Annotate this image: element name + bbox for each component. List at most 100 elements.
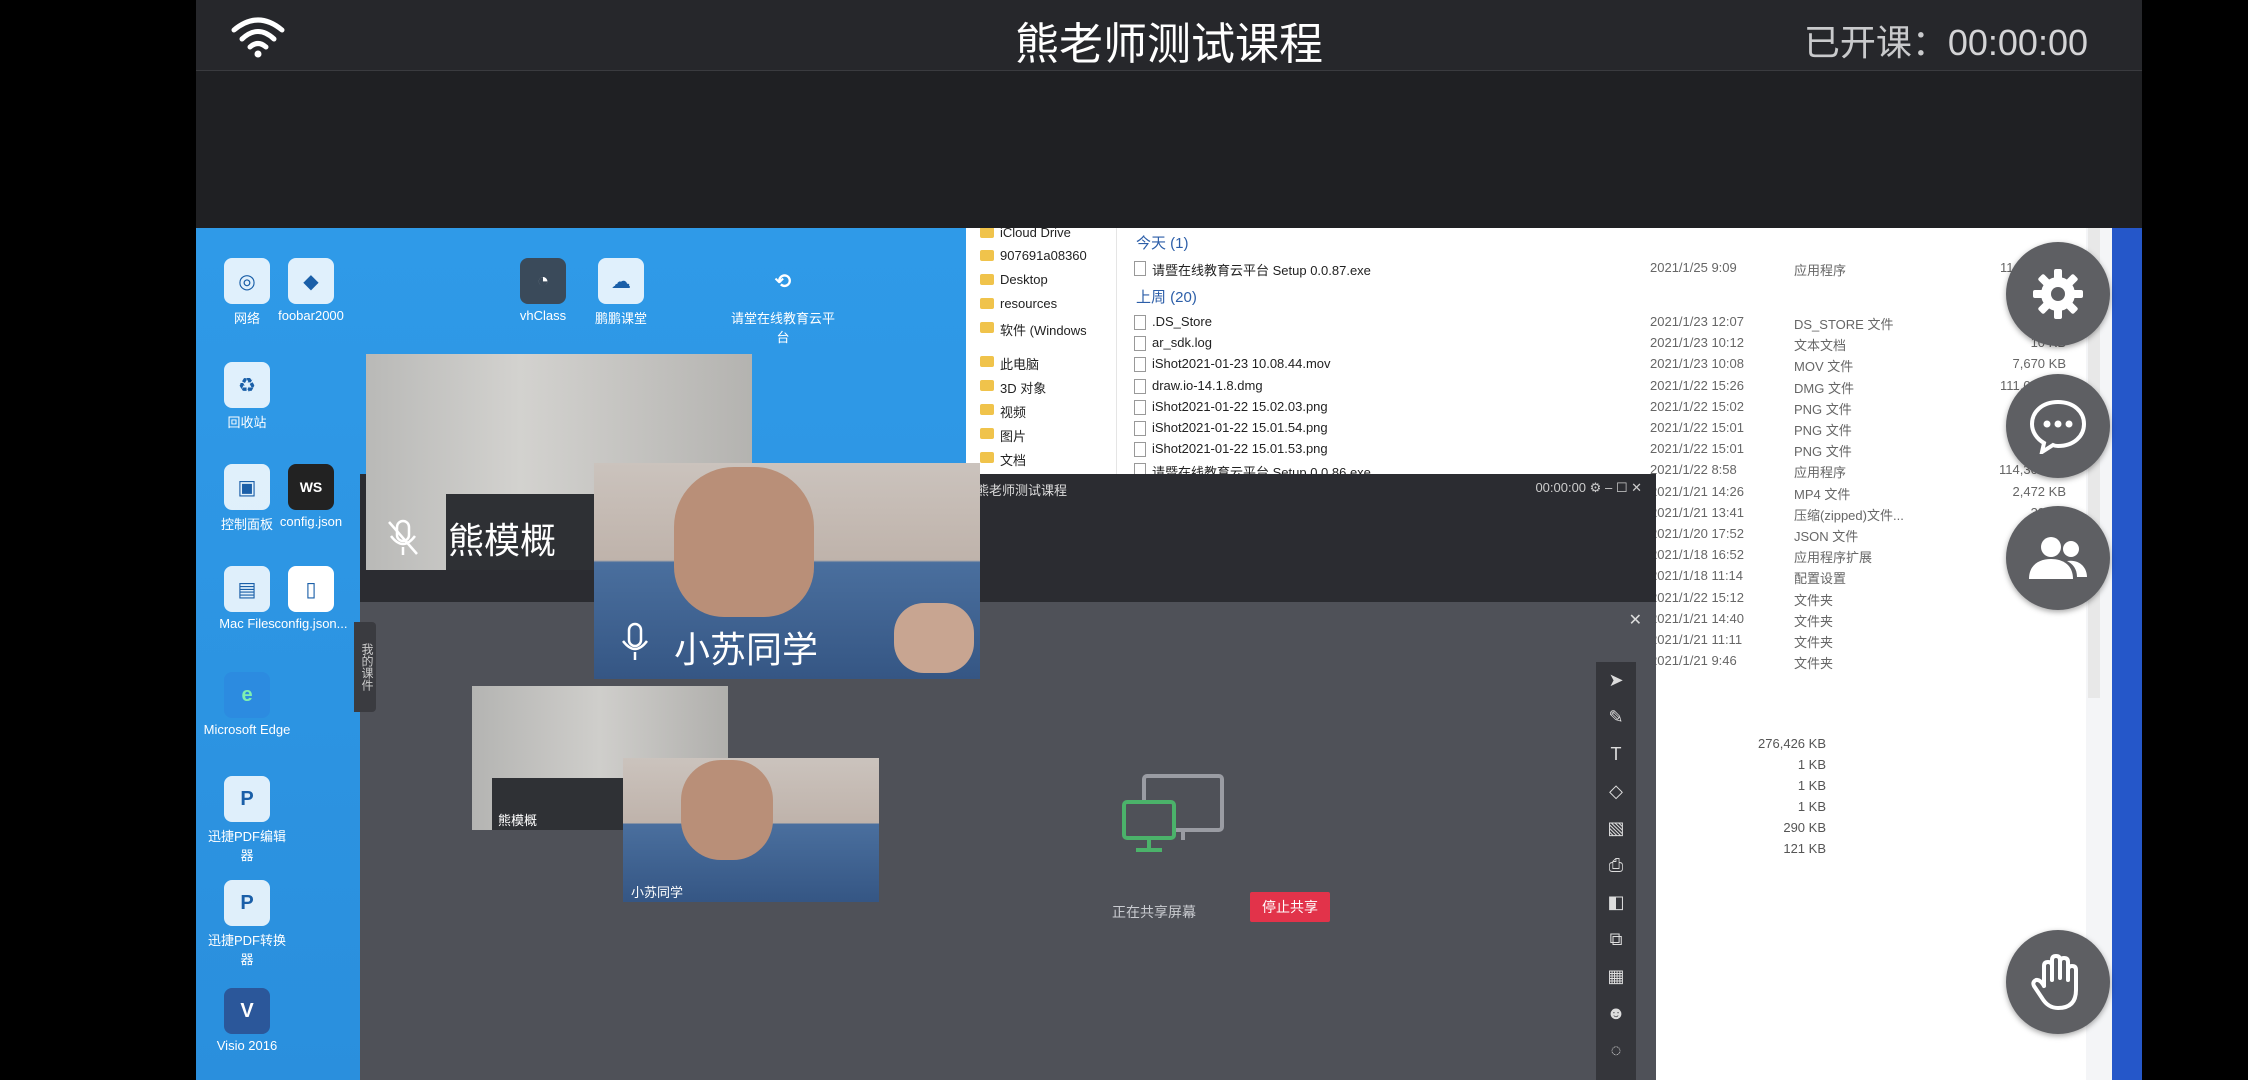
nav-item[interactable]: 此电脑 [979,354,1039,373]
raise-hand-button[interactable] [2006,930,2110,1034]
nav-item[interactable]: 图片 [979,426,1026,445]
top-bar: 熊老师测试课程 已开课：00:00:00 [196,0,2142,71]
nav-item[interactable]: iCloud Drive [980,228,1071,240]
file-name: .DS_Store [1134,314,1212,330]
whiteboard-toolbar: ➤ ✎ T ◇ ▧ ⎙ ◧ ⧉ ▦ ☻ ◌ [1596,662,1636,1080]
folder-icon: ▤ [224,566,270,612]
student-small-label: 小苏同学 [631,885,684,900]
network-icon: ◎ [224,258,270,304]
file-type: 文件夹 [1794,613,1834,629]
file-size: 2,472 KB [2012,483,2067,499]
toolbox-icon[interactable]: ▦ [1596,958,1636,995]
file-type: 文件夹 [1794,592,1834,608]
file-row[interactable]: iShot2021-01-22 15.02.03.png 2021/1/22 15… [1126,399,2066,419]
users-icon[interactable]: ☻ [1596,995,1636,1032]
edge-icon: e [224,672,270,718]
sharing-status: 正在共享屏幕 [1112,904,1196,920]
file-date: 2021/1/22 15:01 [1650,441,1744,457]
nav-item[interactable]: 3D 对象 [979,378,1046,397]
minimize-icon[interactable]: – [1605,480,1612,495]
class-timer: 已开课：00:00:00 [1804,14,2088,66]
file-date: 2021/1/18 16:52 [1650,547,1744,563]
courseware-tab[interactable]: 我的课件 [354,622,376,712]
nav-item[interactable]: resources [979,296,1057,311]
student-video-large[interactable]: 小苏同学 [594,463,980,679]
file-row[interactable]: .DS_Store2021/1/23 12:07DS_STORE 文件31 KB [1126,314,2066,334]
group-today[interactable]: 今天 (1) [1136,232,1189,253]
teacher-small-label: 熊模概 [498,813,538,828]
file-date: 2021/1/20 17:52 [1650,526,1744,541]
file-type: DMG 文件 [1794,380,1854,396]
whiteboard-icon[interactable]: ◧ [1596,884,1636,921]
file-row[interactable]: draw.io-14.1.8.dmg 2021/1/22 15:26 DMG 文件 1… [1126,378,2066,398]
desktop-icon-config: WS config.json [266,464,356,529]
shape-icon[interactable]: ▧ [1596,810,1636,847]
stop-share-button[interactable]: 停止共享 [1250,892,1330,922]
timer-label: 已开课： [1803,22,1948,63]
print-icon[interactable]: ⎙ [1596,847,1636,884]
file-date: 2021/1/23 10:12 [1650,335,1744,351]
screen-share-monitor-icon [1122,774,1224,852]
visio-icon: V [224,988,270,1034]
chat-button[interactable] [2006,374,2110,478]
desktop-icon-config2: ▯ config.json... [266,566,356,631]
file-row[interactable]: iShot2021-01-23 10.08.44.mov 2021/1/23 10… [1126,356,2066,376]
file-date: 2021/1/21 9:46 [1650,653,1737,669]
raise-hand-icon [2031,954,2078,1010]
file-date: 2021/1/23 12:07 [1650,314,1744,329]
file-row[interactable]: 请暨在线教育云平台 Setup 0.0.87.exe 2021/1/25 9:0… [1126,260,2066,280]
pointer-icon[interactable]: ➤ [1596,662,1636,699]
close-window-icon[interactable]: ✕ [1631,480,1642,495]
student-video-small[interactable]: 小苏同学 [623,758,879,902]
members-icon [2029,537,2087,579]
classroom-window-title: 熊老师测试课程 [976,483,1068,498]
extra-size-column: 276,426 KB 1 KB 1 KB 1 KB 290 KB 121 KB [1758,736,1826,856]
settings-small-icon[interactable]: ⚙ [1590,480,1602,495]
desktop-icon-pdf-editor: P 迅捷PDF编辑器 [202,776,292,864]
foobar-icon: ◆ [288,258,334,304]
file-name: iShot2021-01-22 15.02.03.png [1134,398,1328,415]
cloud-classroom-icon: ☁ [598,258,644,304]
nav-item[interactable]: 907691a08360 [980,248,1087,263]
chat-icon[interactable]: ◌ [1596,1032,1636,1069]
classroom-stage: ✕ 我的课件 正在共享屏幕 停止共享 ➤ ✎ T ◇ ▧ ⎙ ◧ ⧉ ▦ ☻ ◌ [354,602,1656,1080]
group-last-week[interactable]: 上周 (20) [1136,286,1197,307]
pen-icon[interactable]: ✎ [1596,699,1636,736]
file-date: 2021/1/22 15:12 [1650,589,1744,605]
desktop-icon-platform: ⟲ 请堂在线教育云平台 [730,258,836,346]
text-icon[interactable]: T [1596,736,1636,773]
desktop-icon-recycle: ♻ 回收站 [202,362,292,431]
file-date: 2021/1/18 11:14 [1650,568,1744,584]
file-type: PNG 文件 [1794,444,1852,460]
file-type: 文件夹 [1794,656,1834,672]
settings-icon [2033,269,2083,319]
platform-icon: ⟲ [774,270,792,293]
desktop-icon-classroom: ☁ 鹏鹏课堂 [576,258,666,327]
file-row[interactable]: ar_sdk.log2021/1/23 10:12文本文档10 KB [1126,335,2066,355]
desktop-icon-vhclass: ◔ vhClass [498,258,588,323]
classroom-app: 熊老师测试课程 已开课：00:00:00 ◎ 网络 ◆ foobar2000 ◔ vh… [196,0,2142,1080]
eraser-icon[interactable]: ◇ [1596,773,1636,810]
teacher-name-label: 熊模概 [448,520,557,561]
screen-share-icon[interactable]: ⧉ [1596,921,1636,958]
pdf-editor-icon: P [224,776,270,822]
maximize-icon[interactable]: ☐ [1616,480,1628,495]
file-date: 2021/1/23 10:08 [1650,356,1744,372]
nav-item[interactable]: 文档 [979,450,1026,469]
file-name: iShot2021-01-22 15.01.54.png [1134,420,1328,436]
file-date: 2021/1/22 15:01 [1650,420,1744,435]
file-name: iShot2021-01-22 15.01.53.png [1134,441,1328,458]
file-type: 配置设置 [1794,571,1847,587]
mic-muted-icon [388,519,418,555]
file-size: 7,670 KB [2012,356,2067,372]
student-name-label: 小苏同学 [674,629,819,670]
close-icon[interactable]: ✕ [1629,610,1642,630]
nav-item[interactable]: Desktop [980,272,1048,287]
nav-item[interactable]: 软件 (Windows [980,320,1087,339]
file-row[interactable]: iShot2021-01-22 15.01.54.png 2021/1/22 15… [1126,420,2066,440]
file-type: DS_STORE 文件 [1794,317,1894,332]
nav-item[interactable]: 视频 [979,402,1026,421]
file-row[interactable]: iShot2021-01-22 15.01.53.png 2021/1/22 15… [1126,441,2066,461]
members-button[interactable] [2006,506,2110,610]
settings-button[interactable] [2006,242,2110,346]
